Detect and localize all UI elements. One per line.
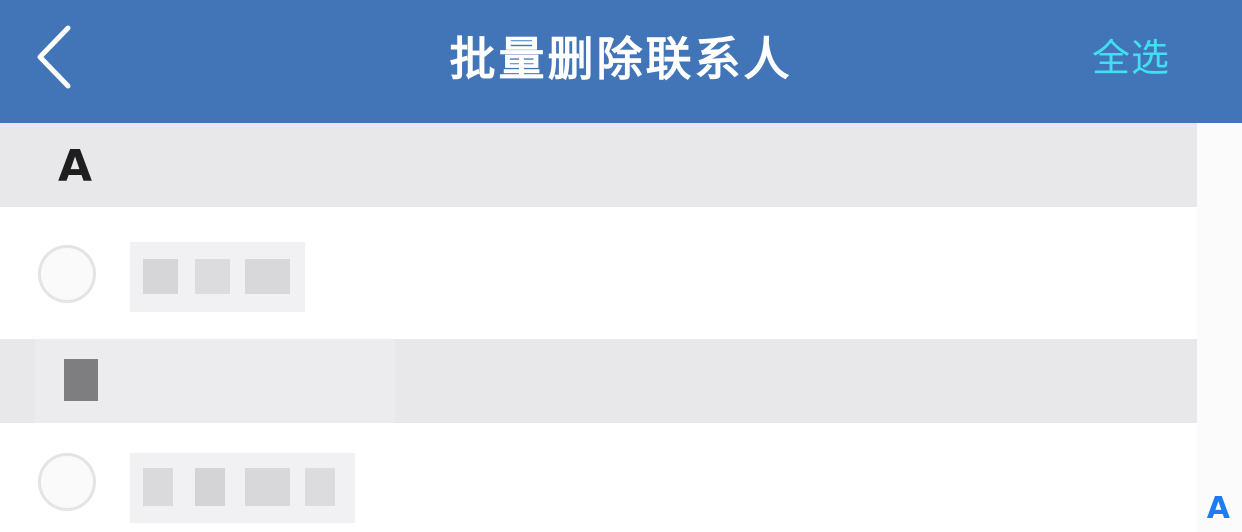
select-checkbox[interactable] <box>38 245 96 303</box>
blurred-pixel <box>195 468 225 506</box>
blurred-section-row <box>0 339 1197 423</box>
blurred-pixel <box>143 468 173 506</box>
section-header-a: A <box>0 123 1197 207</box>
navigation-bar: 批量删除联系人 全选 <box>0 0 1242 123</box>
select-checkbox[interactable] <box>38 453 96 511</box>
index-letter-a[interactable]: A <box>1207 491 1230 526</box>
blurred-pixel <box>305 468 335 506</box>
page-title: 批量删除联系人 <box>449 32 793 86</box>
index-bar: A <box>1197 123 1242 532</box>
contact-row[interactable] <box>0 423 1197 532</box>
blurred-pixel <box>195 259 230 294</box>
blurred-pixel <box>143 259 178 294</box>
section-letter: A <box>58 141 93 192</box>
select-all-button[interactable]: 全选 <box>1092 0 1170 123</box>
contact-row[interactable] <box>0 207 1197 339</box>
blurred-pixel <box>245 259 290 294</box>
blurred-pixel <box>245 468 290 506</box>
blurred-pixel <box>64 359 98 401</box>
